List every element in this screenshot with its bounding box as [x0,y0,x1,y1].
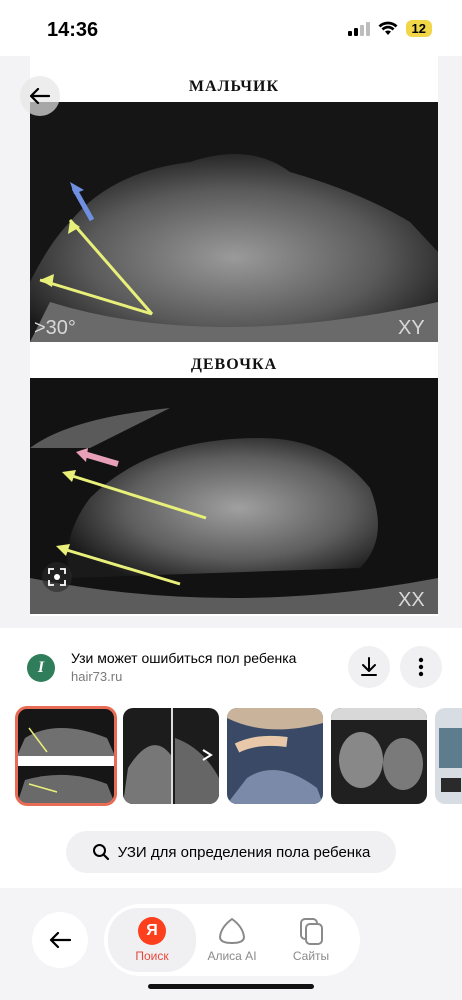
tab-sites[interactable]: Сайты [271,908,351,972]
source-title[interactable]: Узи может ошибиться пол ребенка [71,650,296,666]
back-button[interactable] [20,76,60,116]
source-domain[interactable]: hair73.ru [71,669,122,684]
more-options-button[interactable] [400,646,442,688]
yandex-logo: Я [138,917,166,945]
related-search-chip[interactable]: УЗИ для определения пола ребенка [66,831,396,873]
wifi-icon [378,21,398,35]
search-icon [92,844,109,861]
ultrasound-panel-girl: XX [30,378,438,614]
nav-back-button[interactable] [32,912,88,968]
battery-indicator: 12 [405,20,432,37]
thumbnail-5[interactable] [435,708,462,804]
thumbnail-selected[interactable] [15,706,117,806]
signal-icon [347,21,370,36]
image-viewer[interactable]: МАЛЬЧИК >30° XY ДЕВОЧКА XX [0,56,462,628]
tab-search[interactable]: Я Поиск [108,908,196,972]
source-card[interactable] [0,628,462,704]
scan-icon [48,568,66,586]
alice-icon [218,917,246,945]
thumbnail-2[interactable] [123,708,219,804]
clock: 14:36 [47,19,99,41]
download-icon [361,657,377,676]
status-bar: 14:36 12 [0,0,462,56]
home-indicator [148,984,314,989]
ultrasound-image[interactable]: МАЛЬЧИК >30° XY ДЕВОЧКА XX [30,56,438,616]
tab-sites-label: Сайты [292,949,330,963]
code-xx: XX [398,589,425,611]
label-girl: ДЕВОЧКА [190,356,278,373]
sites-icon [300,918,323,945]
arrow-left-icon [49,931,71,949]
angle-label: >30° [34,317,76,339]
thumbnail-3[interactable] [227,708,323,804]
more-vertical-icon [418,657,424,677]
thumbnail-4[interactable] [331,708,427,804]
similar-images-strip[interactable] [0,706,462,808]
related-search-text: УЗИ для определения пола ребенка [117,843,371,861]
visual-search-button[interactable] [42,562,72,592]
download-button[interactable] [348,646,390,688]
arrow-left-icon [30,88,50,104]
code-xy: XY [398,317,425,339]
tab-alice[interactable]: Алиса AI [192,908,272,972]
status-icons: 12 [347,20,432,37]
source-logo: I [27,654,55,682]
tab-alice-label: Алиса AI [207,949,257,963]
tab-search-label: Поиск [135,949,169,963]
label-boy: МАЛЬЧИК [188,78,280,95]
ultrasound-panel-boy: >30° XY [30,102,438,342]
